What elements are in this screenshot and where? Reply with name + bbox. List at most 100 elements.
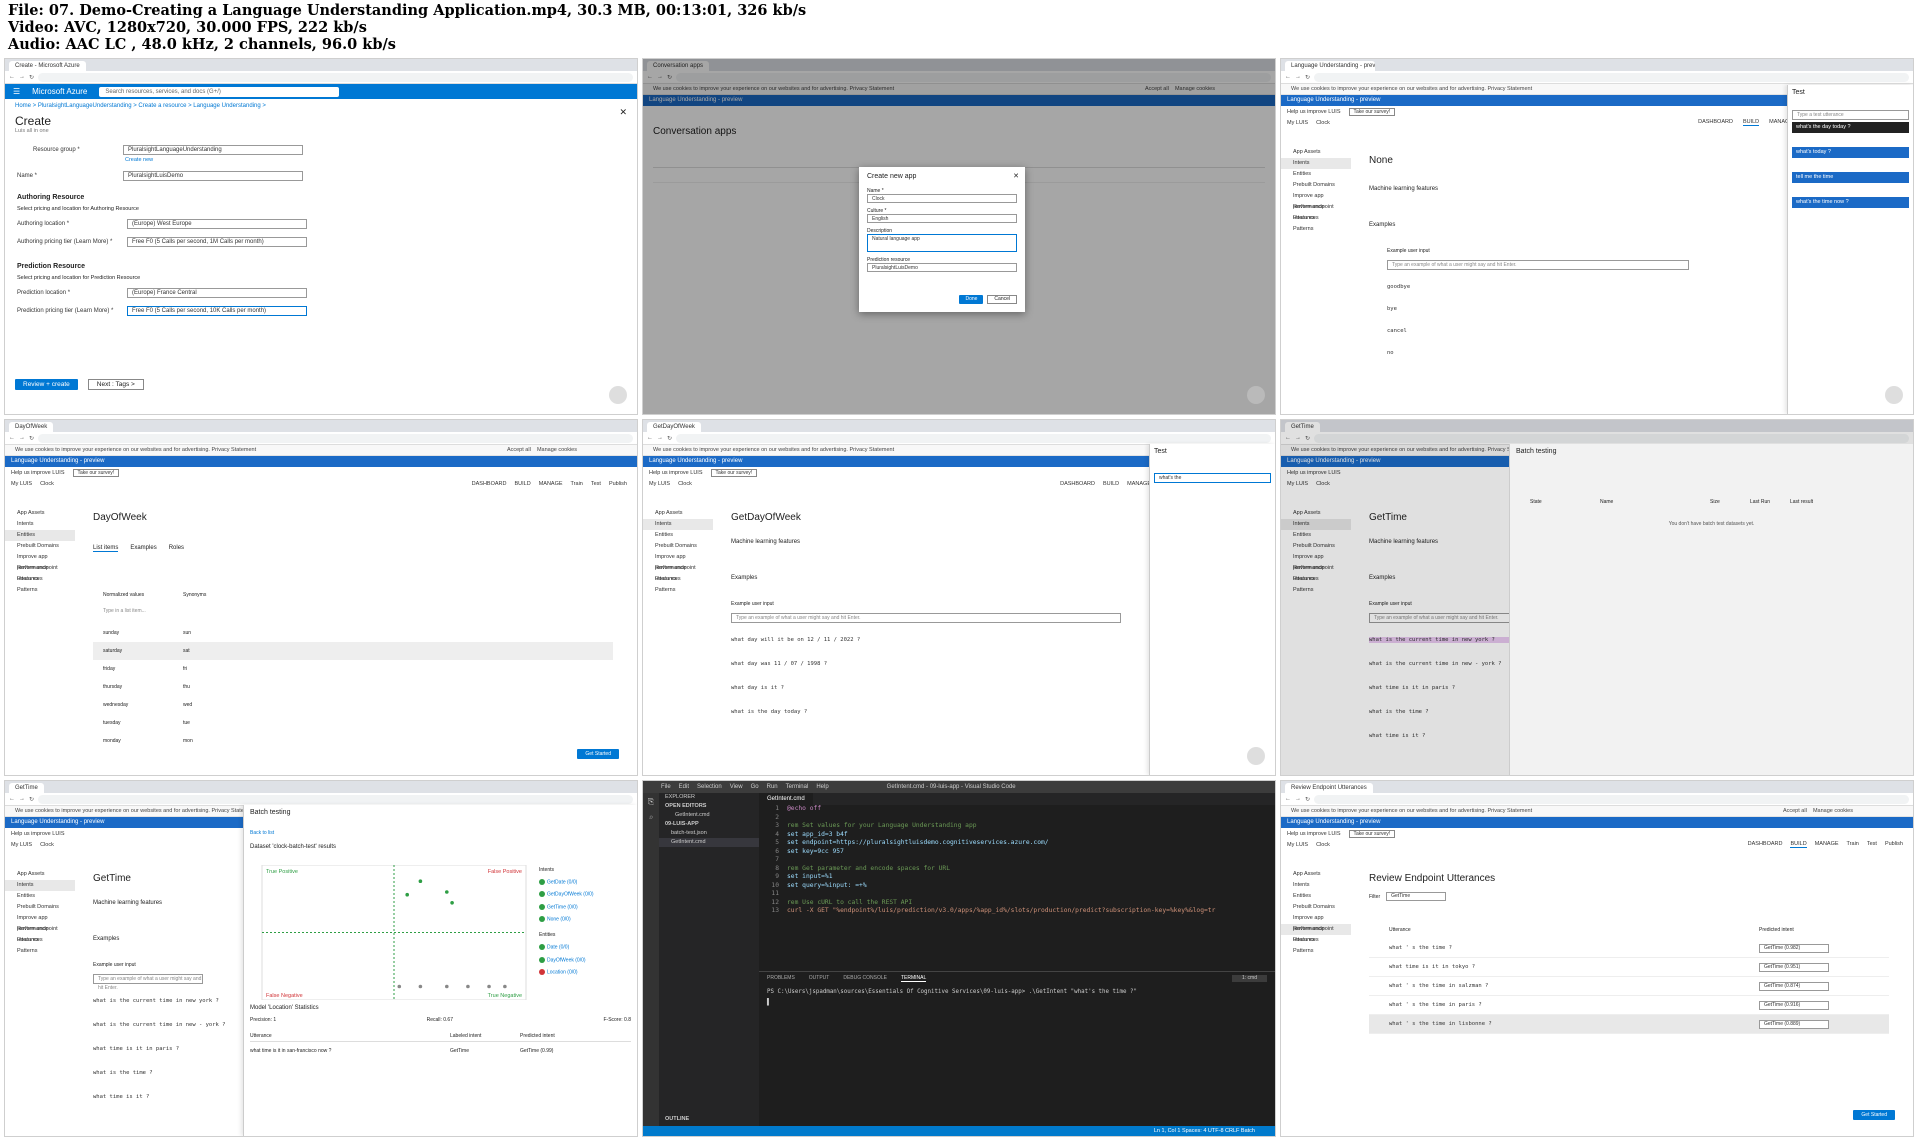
dashboard-tab[interactable]: DASHBOARD (472, 481, 507, 487)
publish-button[interactable]: Publish (609, 481, 627, 487)
menu-selection[interactable]: Selection (697, 781, 722, 793)
list-item[interactable]: friday fri (93, 660, 613, 678)
filter-select[interactable]: GetTime (1386, 892, 1447, 901)
forward-icon[interactable]: → (19, 74, 25, 80)
build-tab[interactable]: BUILD (1742, 119, 1760, 126)
app-name[interactable]: Clock (1316, 842, 1330, 848)
forward-icon[interactable]: → (1295, 796, 1301, 802)
nav-intents[interactable]: Intents (643, 519, 713, 530)
test-utterance[interactable]: what's today ? (1792, 147, 1909, 158)
file-item[interactable]: GetIntent.cmd (659, 838, 759, 847)
reload-icon[interactable]: ↻ (667, 435, 672, 442)
browser-tab[interactable]: GetDayOfWeek (647, 422, 701, 432)
train-button[interactable]: Train (1847, 841, 1859, 848)
reload-icon[interactable]: ↻ (1305, 796, 1310, 803)
dashboard-tab[interactable]: DASHBOARD (1748, 841, 1783, 848)
address-field[interactable] (38, 72, 633, 82)
nav-improve[interactable]: Improve app performance (5, 552, 75, 571)
nav-review[interactable]: Review endpoint utterances (5, 563, 75, 582)
panel-tab-debug[interactable]: DEBUG CONSOLE (843, 975, 887, 982)
code-line[interactable]: 3 rem Set values for your Language Unders… (759, 822, 1275, 831)
code-line[interactable]: 4 set app_id=3 b4f (759, 831, 1275, 840)
open-editors-heading[interactable]: OPEN EDITORS (659, 802, 759, 811)
nav-improve[interactable]: Improve app performance (1281, 191, 1351, 210)
url-bar[interactable]: ← → ↻ (5, 432, 637, 445)
my-apps-link[interactable]: My LUIS (11, 842, 32, 848)
accept-all-button[interactable]: Accept all (1783, 808, 1807, 814)
test-utterance[interactable]: what's the day today ? (1792, 122, 1909, 133)
code-line[interactable]: 11 (759, 890, 1275, 899)
example-input[interactable]: Type an example of what a user might say… (1387, 260, 1689, 270)
nav-prebuilt[interactable]: Prebuilt Domains (643, 541, 713, 552)
nav-intents[interactable]: Intents (1281, 880, 1351, 891)
status-text[interactable]: Ln 1, Col 1 Spaces: 4 UTF-8 CRLF Batch (1154, 1126, 1255, 1136)
help-improve-link[interactable]: Help us improve LUIS (1287, 831, 1341, 837)
nav-review[interactable]: Review endpoint utterances (5, 924, 75, 943)
example-input[interactable]: Type an example of what a user might say… (93, 974, 203, 991)
utterance[interactable]: no (1387, 350, 1689, 356)
table-row[interactable]: what time is it in tokyo ? GetTime (0.951… (1369, 958, 1889, 977)
address-field[interactable] (38, 433, 633, 443)
test-button[interactable]: Test (591, 481, 601, 487)
create-new-link[interactable]: Create new (125, 157, 303, 163)
code-line[interactable]: 13 curl -X GET "%endpoint%/luis/predictio… (759, 907, 1275, 916)
code-line[interactable]: 6 set key=9cc 957 (759, 848, 1275, 857)
chart-point[interactable] (418, 984, 423, 989)
chart-point[interactable] (445, 984, 449, 989)
nav-patterns[interactable]: Patterns (1281, 224, 1351, 235)
app-name[interactable]: Clock (678, 481, 692, 487)
chart-point[interactable] (397, 984, 402, 989)
nav-intents[interactable]: Intents (5, 880, 75, 891)
nav-app-assets[interactable]: App Assets (1281, 869, 1351, 880)
help-improve-link[interactable]: Help us improve LUIS (11, 831, 65, 837)
nav-prebuilt[interactable]: Prebuilt Domains (1281, 180, 1351, 191)
manage-cookies-button[interactable]: Manage cookies (1813, 808, 1853, 814)
list-item[interactable]: sunday sun (93, 624, 613, 642)
table-row[interactable]: what ' s the time ? GetTime (0.982) (1369, 939, 1889, 958)
code-line[interactable]: 7 (759, 856, 1275, 865)
nav-patterns[interactable]: Patterns (5, 585, 75, 596)
cancel-button[interactable]: Cancel (987, 295, 1017, 304)
breadcrumb[interactable]: Home > PluralsightLanguageUnderstanding … (15, 103, 627, 109)
panel-tab-problems[interactable]: PROBLEMS (767, 975, 795, 982)
utterance[interactable]: what is the current time in new york ? (93, 998, 219, 1004)
close-icon[interactable]: ✕ (1013, 172, 1019, 180)
url-bar[interactable]: ← → ↻ (5, 71, 637, 84)
nav-app-assets[interactable]: App Assets (1281, 147, 1351, 158)
address-field[interactable] (1314, 72, 1909, 82)
reload-icon[interactable]: ↻ (1305, 74, 1310, 81)
code-line[interactable]: 5 set endpoint=https://pluralsightluisdem… (759, 839, 1275, 848)
menu-go[interactable]: Go (751, 781, 759, 793)
nav-entities[interactable]: Entities (1281, 891, 1351, 902)
my-apps-link[interactable]: My LUIS (649, 481, 670, 487)
url-bar[interactable]: ← → ↻ (1281, 793, 1913, 806)
list-item[interactable]: wednesday wed (93, 696, 613, 714)
review-create-button[interactable]: Review + create (15, 379, 78, 390)
editor-tab[interactable]: GetIntent.cmd (759, 793, 813, 805)
list-item[interactable]: thursday thu (93, 678, 613, 696)
nav-entities[interactable]: Entities (643, 530, 713, 541)
my-apps-link[interactable]: My LUIS (11, 481, 32, 487)
nav-prebuilt[interactable]: Prebuilt Domains (5, 541, 75, 552)
back-icon[interactable]: ← (9, 435, 15, 441)
azure-search-input[interactable]: Search resources, services, and docs (G+… (99, 86, 340, 97)
done-button[interactable]: Done (959, 295, 984, 304)
my-apps-link[interactable]: My LUIS (1287, 120, 1308, 126)
chart-point[interactable] (405, 892, 409, 897)
test-utterance[interactable]: what's the time now ? (1792, 197, 1909, 208)
menu-help[interactable]: Help (816, 781, 828, 793)
utterance[interactable]: what is the time ? (93, 1070, 203, 1076)
forward-icon[interactable]: → (19, 796, 25, 802)
description-input[interactable]: Natural language app (867, 234, 1017, 252)
confusion-chart[interactable]: True Positive False Positive False Negativ… (254, 865, 534, 1000)
utterance[interactable]: cancel (1387, 328, 1689, 334)
next-tags-button[interactable]: Next : Tags > (87, 379, 144, 390)
name-input[interactable]: Clock (867, 194, 1017, 203)
nav-improve[interactable]: Improve app performance (643, 552, 713, 571)
list-item[interactable]: monday mon (93, 732, 613, 750)
back-icon[interactable]: ← (9, 74, 15, 80)
nav-review[interactable]: Review endpoint utterances (1281, 202, 1351, 221)
resource-group-select[interactable]: PluralsightLanguageUnderstanding (123, 145, 303, 155)
nav-patterns[interactable]: Patterns (643, 585, 713, 596)
utterance[interactable]: what is the day today ? (731, 709, 1131, 715)
